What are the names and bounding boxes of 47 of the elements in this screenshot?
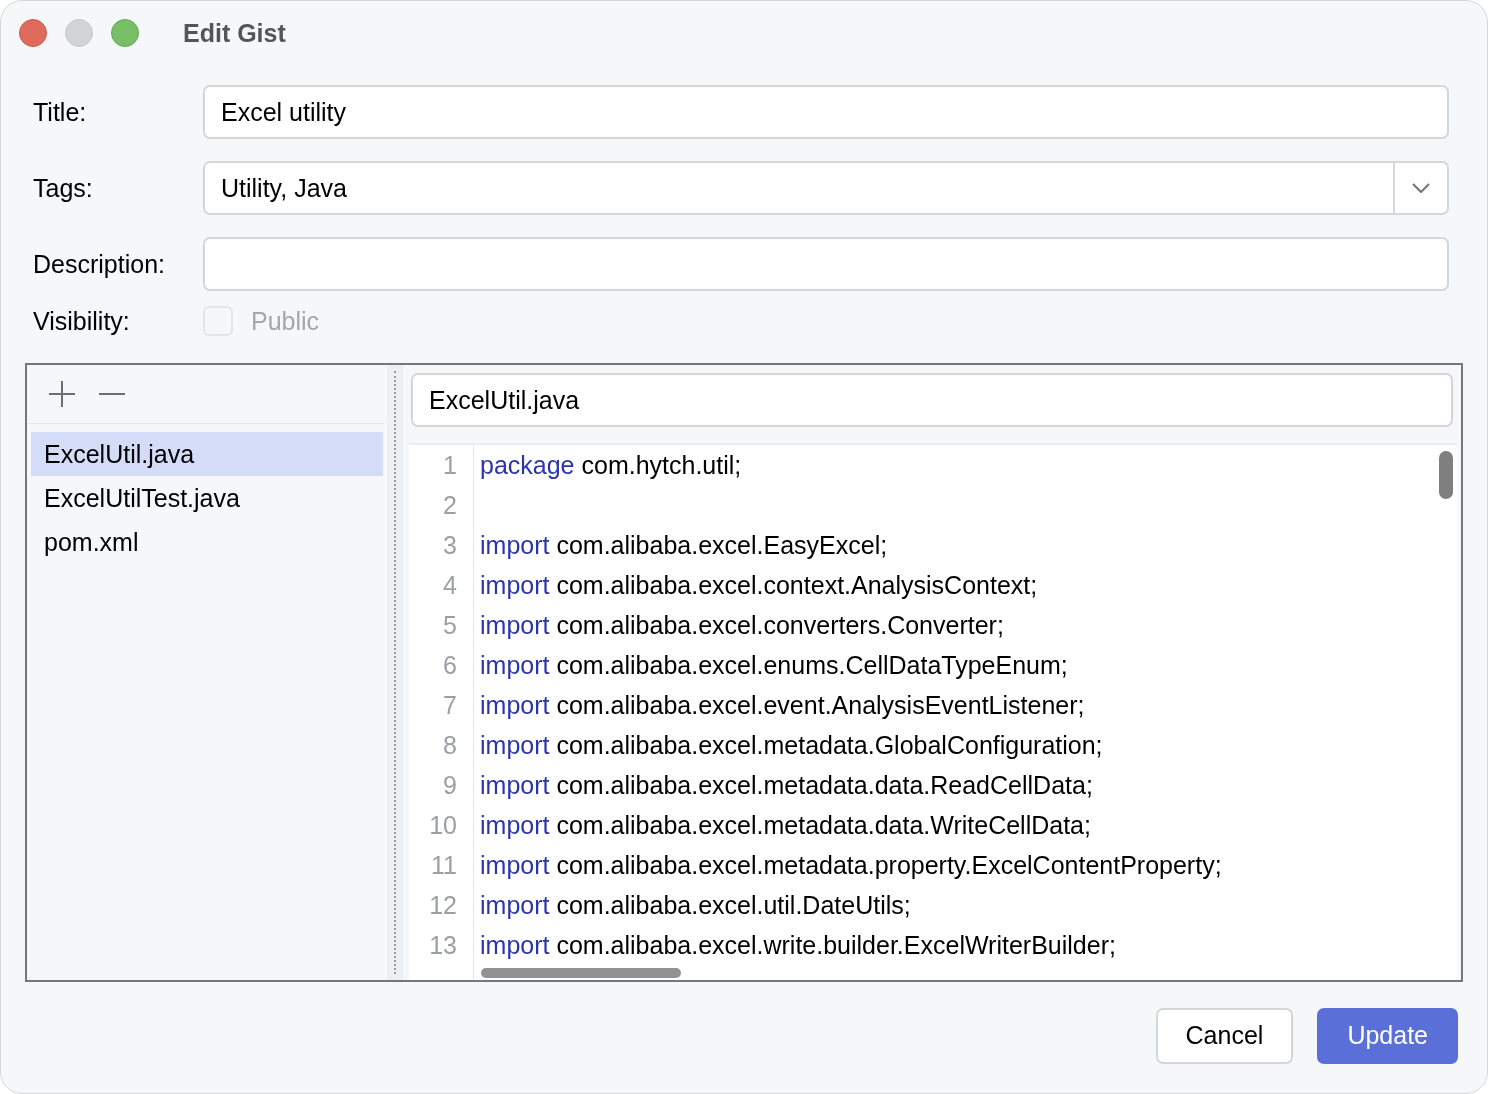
line-number: 13 (428, 930, 458, 961)
field-label: Tags: (33, 173, 94, 203)
code-line: import com.alibaba.excel.EasyExcel; (480, 530, 888, 561)
file-item[interactable]: pom.xml (31, 520, 383, 564)
code-editor[interactable] (409, 443, 1457, 980)
line-number: 3 (442, 530, 458, 561)
chevron-down-icon (1412, 183, 1430, 193)
field-label: Title: (33, 97, 88, 127)
line-number: 9 (442, 770, 458, 801)
text-field[interactable]: Excel utility (203, 85, 1449, 139)
checkbox-label: Public (251, 306, 320, 336)
code-line: import com.alibaba.excel.converters.Converter; (480, 610, 1004, 641)
code-line: import com.alibaba.excel.metadata.data.ReadCellData; (480, 770, 1093, 801)
scrollbar-thumb[interactable] (481, 968, 681, 978)
line-number: 1 (442, 450, 458, 481)
line-number: 2 (442, 490, 458, 521)
line-number: 6 (442, 650, 458, 681)
field-label: Description: (33, 249, 166, 279)
code-line: import com.alibaba.excel.context.AnalysisContext; (480, 570, 1038, 601)
code-line: import com.alibaba.excel.metadata.GlobalConfiguration; (480, 730, 1103, 761)
close-button[interactable] (19, 19, 47, 47)
line-number: 4 (442, 570, 458, 601)
primary-button[interactable]: Update (1317, 1007, 1458, 1064)
file-item[interactable]: ExcelUtilTest.java (31, 476, 383, 520)
add-icon[interactable] (47, 379, 77, 409)
file-item[interactable]: ExcelUtil.java (31, 432, 383, 476)
zoom-button[interactable] (111, 19, 139, 47)
code-line: package com.hytch.util; (480, 450, 742, 481)
code-line: import com.alibaba.excel.write.builder.ExcelWriterBuilder; (480, 930, 1116, 961)
filename-field[interactable]: ExcelUtil.java (411, 373, 1453, 427)
line-number: 5 (442, 610, 458, 641)
line-number: 7 (442, 690, 458, 721)
line-number: 11 (430, 850, 458, 881)
code-line: import com.alibaba.excel.util.DateUtils; (480, 890, 911, 921)
code-line: import com.alibaba.excel.enums.CellDataTypeEnum; (480, 650, 1068, 681)
line-number: 12 (428, 890, 458, 921)
dialog-button[interactable]: Cancel (1155, 1007, 1294, 1064)
field-label: Visibility: (33, 306, 131, 336)
line-number: 10 (428, 810, 458, 841)
code-line: import com.alibaba.excel.metadata.property.ExcelContentProperty; (480, 850, 1222, 881)
code-line: import com.alibaba.excel.metadata.data.WriteCellData; (480, 810, 1091, 841)
line-number: 8 (442, 730, 458, 761)
scrollbar-thumb[interactable] (1439, 451, 1453, 499)
window-title: Edit Gist (183, 18, 286, 48)
text-field[interactable] (203, 237, 1449, 291)
code-line: import com.alibaba.excel.event.AnalysisEventListener; (480, 690, 1085, 721)
remove-icon[interactable] (97, 392, 127, 396)
